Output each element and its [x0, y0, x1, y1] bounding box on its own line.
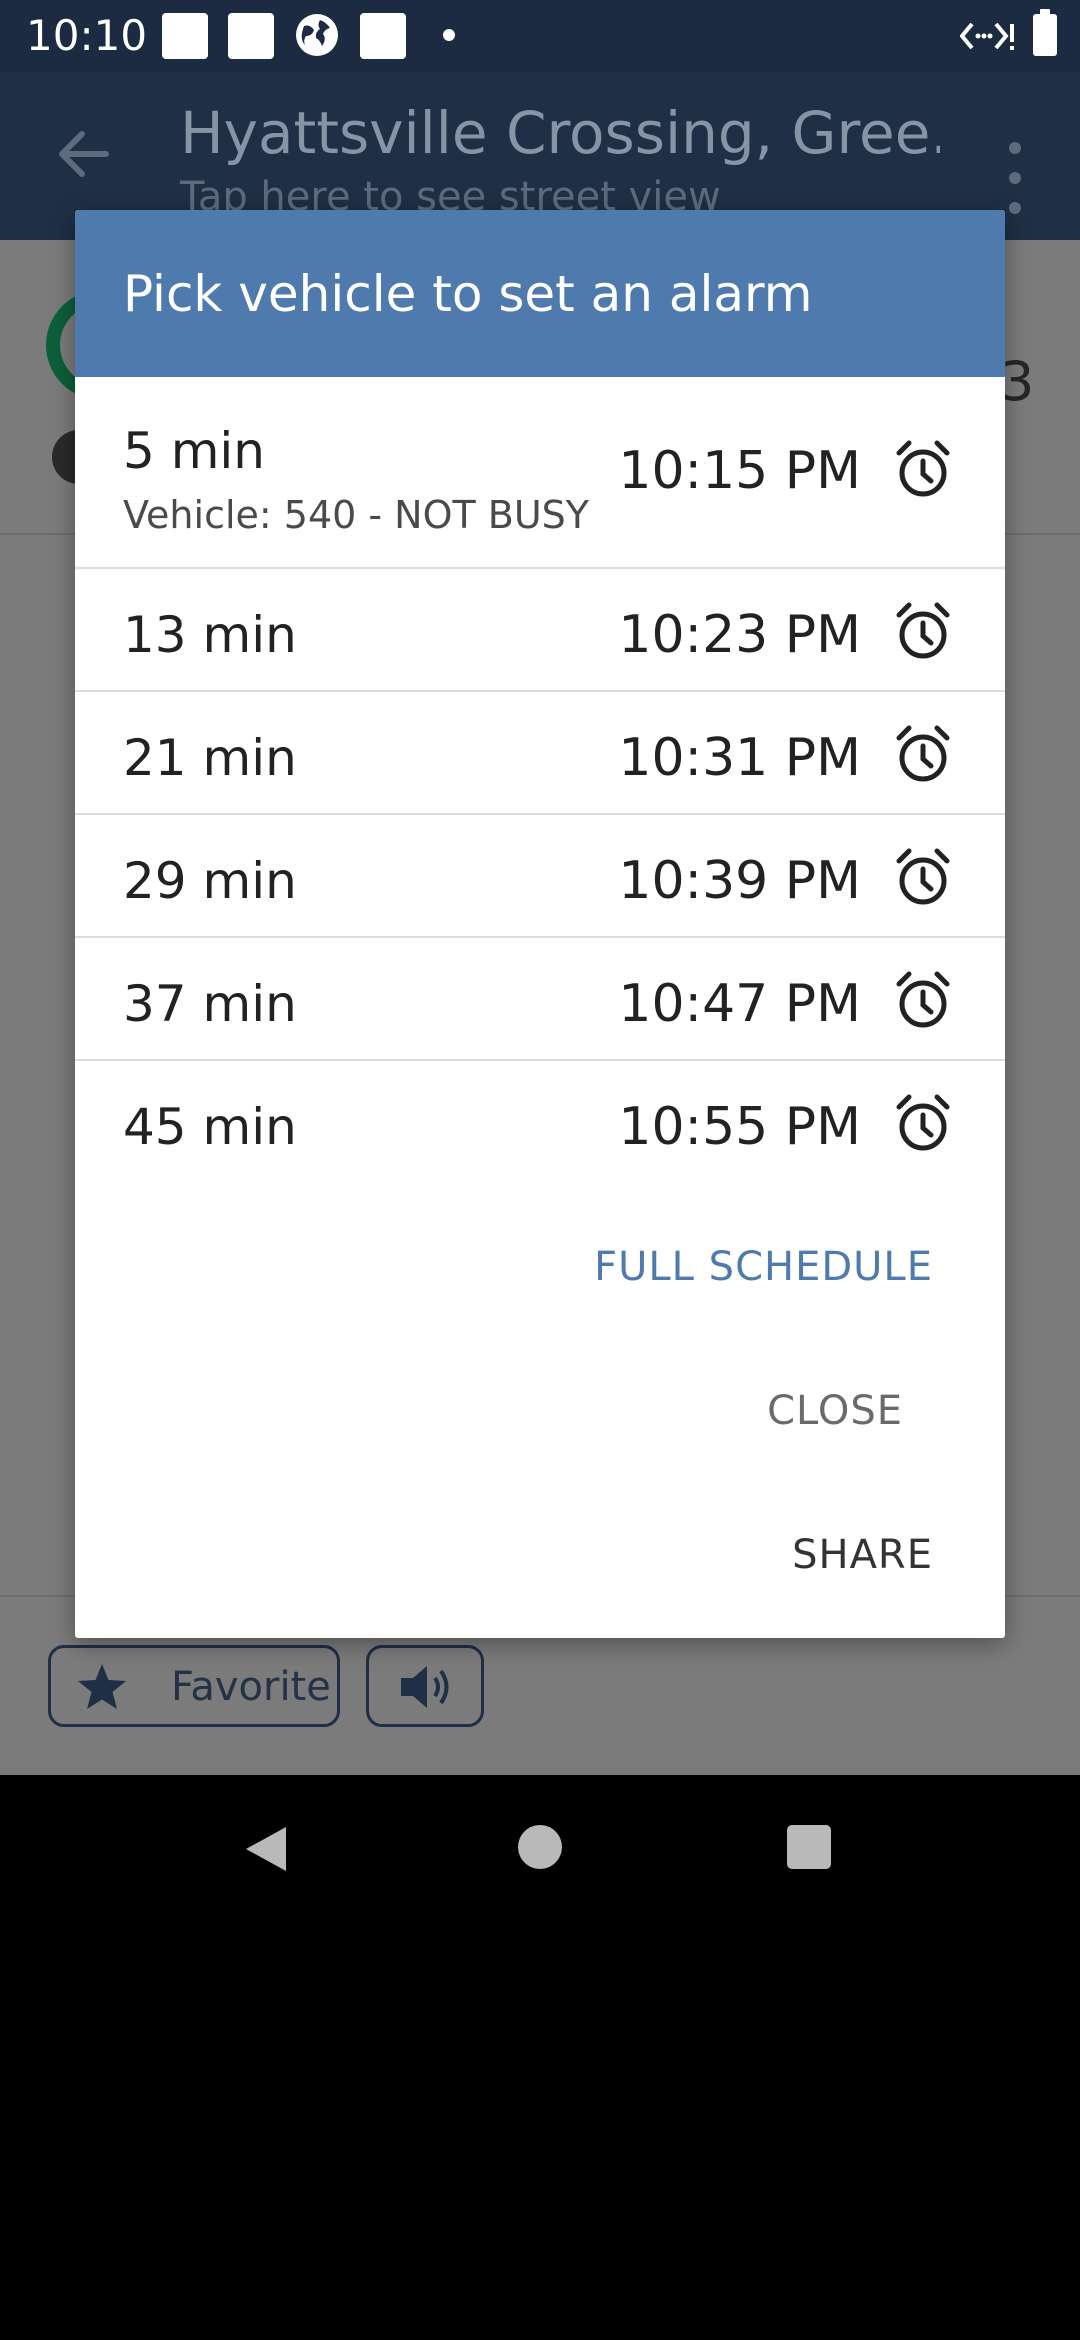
nav-back-icon[interactable]: [242, 1823, 290, 1875]
alarm-clock-icon[interactable]: [893, 845, 953, 909]
nav-recents-icon[interactable]: [787, 1825, 831, 1869]
back-arrow-icon[interactable]: [54, 124, 114, 184]
alarm-dialog: Pick vehicle to set an alarm 5 min Vehic…: [75, 210, 1005, 1638]
favorite-label: Favorite: [171, 1664, 331, 1710]
arrival-row[interactable]: 29 min 10:39 PM: [75, 815, 1005, 938]
close-button[interactable]: CLOSE: [767, 1386, 903, 1436]
arrival-row[interactable]: 5 min Vehicle: 540 - NOT BUSY 10:15 PM: [75, 377, 1005, 569]
share-button[interactable]: SHARE: [792, 1530, 933, 1580]
arrival-minutes: 45 min: [123, 1098, 297, 1156]
arrival-list: 5 min Vehicle: 540 - NOT BUSY 10:15 PM 1…: [75, 377, 1005, 1184]
data-transfer-icon: [960, 22, 1014, 50]
more-notifications-dot: [443, 29, 455, 41]
sound-button[interactable]: [366, 1645, 484, 1727]
arrival-time: 10:55 PM: [618, 1097, 861, 1157]
vehicle-info: Vehicle: 540 - NOT BUSY: [123, 493, 590, 537]
dialog-header: Pick vehicle to set an alarm: [75, 210, 1005, 377]
alarm-clock-icon[interactable]: [893, 968, 953, 1032]
arrival-row[interactable]: 21 min 10:31 PM: [75, 692, 1005, 815]
dialog-title: Pick vehicle to set an alarm: [123, 265, 813, 323]
arrival-minutes: 13 min: [123, 606, 297, 664]
full-schedule-button[interactable]: FULL SCHEDULE: [594, 1242, 933, 1292]
stop-title[interactable]: Hyattsville Crossing, Gree...: [180, 98, 940, 168]
arrival-time: 10:15 PM: [618, 441, 861, 501]
nav-home-icon[interactable]: [518, 1825, 562, 1869]
arrival-minutes: 29 min: [123, 852, 297, 910]
notification-icon: [228, 13, 274, 59]
arrival-minutes: 37 min: [123, 975, 297, 1033]
notification-icon: [162, 13, 208, 59]
status-time: 10:10: [26, 11, 148, 60]
alarm-clock-icon[interactable]: [893, 599, 953, 663]
favorite-button[interactable]: Favorite: [48, 1645, 340, 1727]
arrival-time: 10:39 PM: [618, 851, 861, 911]
navigation-bar: [0, 1775, 1080, 1920]
arrival-time: 10:47 PM: [618, 974, 861, 1034]
alarm-clock-icon[interactable]: [893, 722, 953, 786]
arrival-row[interactable]: 37 min 10:47 PM: [75, 938, 1005, 1061]
status-bar: 10:10: [0, 0, 1080, 72]
arrival-row[interactable]: 13 min 10:23 PM: [75, 569, 1005, 692]
arrival-time: 10:23 PM: [618, 605, 861, 665]
star-icon: [78, 1664, 126, 1709]
notification-icon: [360, 13, 406, 59]
alarm-clock-icon[interactable]: [893, 1091, 953, 1155]
battery-icon: [1033, 9, 1057, 56]
alarm-clock-icon[interactable]: [893, 437, 953, 501]
globe-icon: [296, 14, 338, 56]
arrival-row[interactable]: 45 min 10:55 PM: [75, 1061, 1005, 1184]
speaker-icon: [401, 1666, 449, 1708]
route-number: 3: [1000, 350, 1035, 413]
arrival-minutes: 21 min: [123, 729, 297, 787]
arrival-time: 10:31 PM: [618, 728, 861, 788]
arrival-minutes: 5 min: [123, 422, 265, 480]
